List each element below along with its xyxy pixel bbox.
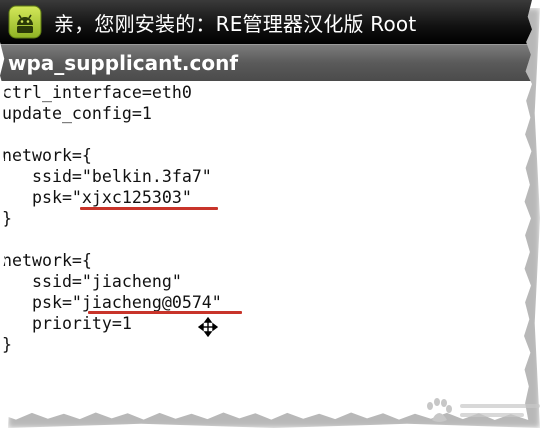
code-line: ssid="belkin.3fa7" <box>2 167 212 186</box>
screenshot-frame: 亲，您刚安装的：RE管理器汉化版 Root wpa_supplicant.con… <box>0 0 554 448</box>
code-line: } <box>2 335 12 354</box>
baidu-paw-icon <box>427 398 540 422</box>
code-line: network={ <box>2 251 92 270</box>
code-line: ssid="jiacheng" <box>2 272 182 291</box>
password-underline <box>80 207 218 210</box>
password-underline <box>88 311 242 314</box>
code-line: network={ <box>2 146 92 165</box>
code-line: ctrl_interface=eth0 <box>2 83 192 102</box>
move-cursor-icon <box>198 317 218 337</box>
file-name: wpa_supplicant.conf <box>8 51 239 75</box>
code-line: priority=1 <box>2 314 132 333</box>
phone-screen: 亲，您刚安装的：RE管理器汉化版 Root wpa_supplicant.con… <box>0 0 532 420</box>
window-title: 亲，您刚安装的：RE管理器汉化版 Root <box>54 11 417 36</box>
android-icon <box>8 5 42 39</box>
code-line-psk-1: psk="xjxc125303" <box>2 188 192 207</box>
code-line: } <box>2 209 12 228</box>
title-bar: 亲，您刚安装的：RE管理器汉化版 Root <box>0 0 532 44</box>
file-header: wpa_supplicant.conf <box>0 44 532 81</box>
code-line: update_config=1 <box>2 104 152 123</box>
text-editor[interactable]: ctrl_interface=eth0 update_config=1 netw… <box>2 82 522 402</box>
